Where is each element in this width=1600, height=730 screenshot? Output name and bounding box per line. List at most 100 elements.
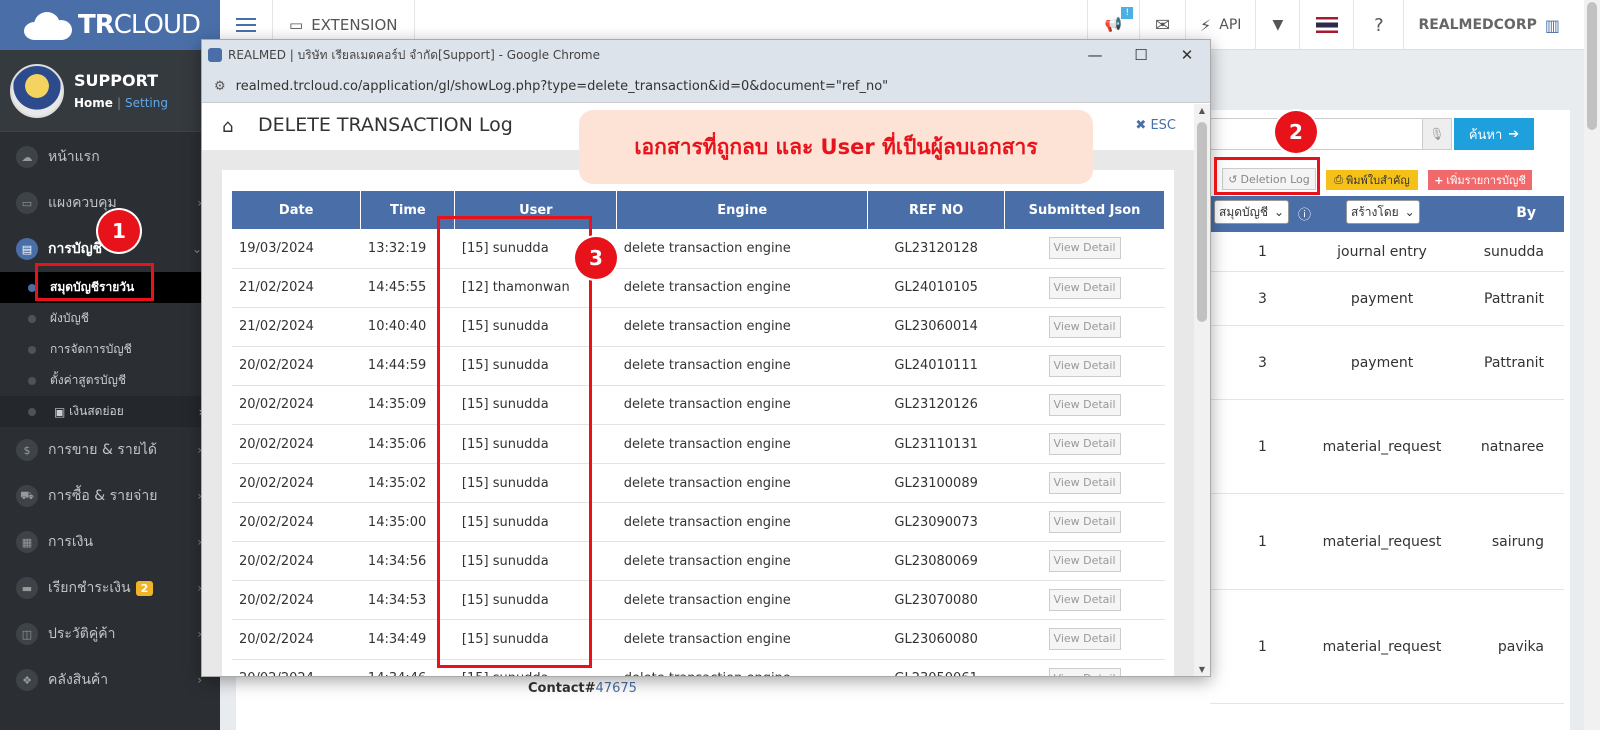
sidebar-sub-chart-of-accounts[interactable]: ผังบัญชี: [0, 303, 220, 334]
sidebar-item-home[interactable]: ☁ หน้าแรก: [0, 134, 220, 180]
add-label: เพิ่มรายการบัญชี: [1446, 174, 1526, 187]
log-engine: delete transaction engine: [616, 229, 868, 269]
log-row: 20/02/2024 14:34:53 [15] sunudda delete tra…: [232, 580, 1165, 621]
sidebar-sub-account-formula[interactable]: ตั้งค่าสูตรบัญชี: [0, 365, 220, 396]
sidebar-item-label: เรียกชำระเงิน: [48, 580, 131, 596]
add-entry-button[interactable]: + เพิ่มรายการบัญชี: [1428, 170, 1532, 190]
voice-search-button[interactable]: 🎙: [1422, 118, 1452, 150]
annotation-box-journal: [35, 263, 154, 301]
view-detail-button[interactable]: View Detail: [1048, 511, 1121, 534]
log-engine: delete transaction engine: [616, 502, 868, 543]
view-detail-button[interactable]: View Detail: [1048, 589, 1121, 612]
log-json-cell: View Detail: [1004, 463, 1165, 504]
sidebar-item-finance[interactable]: ▦ การเงิน ›: [0, 519, 220, 565]
sidebar-item-inventory[interactable]: ❖ คลังสินค้า ›: [0, 657, 220, 703]
contact-info: Contact#47675: [528, 681, 637, 696]
log-ref-no: GL23100089: [867, 463, 1005, 504]
log-date: 19/03/2024: [232, 229, 361, 269]
avatar[interactable]: [10, 63, 64, 118]
print-voucher-button[interactable]: ⎙ พิมพ์ใบสำคัญ: [1326, 170, 1418, 190]
table-row[interactable]: 3 payment Pattranit: [1210, 272, 1564, 326]
log-json-cell: View Detail: [1004, 307, 1165, 347]
popup-scrollbar[interactable]: ▲ ▼: [1194, 104, 1210, 676]
api-label: API: [1219, 17, 1242, 33]
cloud-icon: ☁: [16, 146, 38, 168]
print-label: พิมพ์ใบสำคัญ: [1346, 174, 1410, 187]
row-count: 1: [1258, 243, 1267, 260]
home-icon[interactable]: ⌂: [222, 116, 233, 137]
brand-logo[interactable]: TRCLOUD: [0, 0, 220, 50]
view-detail-button[interactable]: View Detail: [1048, 433, 1121, 456]
megaphone-icon: 📢: [1104, 17, 1123, 33]
table-row[interactable]: 1 journal entry sunudda: [1210, 232, 1564, 272]
table-row[interactable]: 3 payment Pattranit: [1210, 326, 1564, 400]
bullet-icon: [28, 345, 36, 354]
sidebar-item-sales[interactable]: $ การขาย & รายได้ ›: [0, 427, 220, 473]
column-header-date: Date: [232, 191, 362, 229]
row-type: journal entry: [1337, 243, 1427, 260]
log-date: 20/02/2024: [232, 502, 361, 543]
view-detail-button[interactable]: View Detail: [1048, 550, 1121, 573]
setting-link[interactable]: Setting: [125, 96, 168, 110]
sidebar-item-purchases[interactable]: ⛟ การซื้อ & รายจ่าย ›: [0, 473, 220, 519]
company-button[interactable]: REALMEDCORP ▥: [1403, 0, 1600, 50]
row-count: 3: [1258, 290, 1267, 307]
scroll-up-icon[interactable]: ▲: [1194, 106, 1210, 115]
scroll-down-icon[interactable]: ▼: [1194, 665, 1210, 674]
info-icon[interactable]: ⓘ: [1298, 204, 1311, 223]
url-text: realmed.trcloud.co/application/gl/showLo…: [235, 78, 889, 94]
close-button[interactable]: ✕: [1164, 40, 1210, 70]
view-detail-button[interactable]: View Detail: [1048, 276, 1121, 299]
column-header-ref-no: REF NO: [867, 191, 1006, 229]
page-scrollbar[interactable]: [1584, 0, 1600, 730]
search-input[interactable]: [1210, 118, 1432, 150]
log-engine: delete transaction engine: [616, 307, 868, 347]
table-row[interactable]: 1 material_request natnaree: [1210, 400, 1564, 494]
building-icon: ▥: [1544, 15, 1560, 35]
id-card-icon: ▣: [54, 404, 66, 419]
site-settings-icon[interactable]: ⚙: [214, 79, 226, 94]
view-detail-button[interactable]: View Detail: [1048, 667, 1121, 676]
log-row: 20/02/2024 14:34:49 [15] sunudda delete tra…: [232, 619, 1165, 660]
creator-filter-select[interactable]: สร้างโดย ⌄: [1346, 200, 1420, 224]
contact-label: Contact#: [528, 681, 596, 696]
printer-icon: ⎙: [1334, 173, 1344, 186]
esc-label: ESC: [1150, 118, 1176, 133]
log-ref-no: GL24010105: [867, 268, 1005, 308]
maximize-button[interactable]: ☐: [1118, 40, 1164, 70]
esc-button[interactable]: ✖ ESC: [1135, 118, 1176, 133]
annotation-box-deletion-log: [1214, 157, 1320, 195]
help-button[interactable]: ?: [1353, 0, 1403, 50]
sidebar-sub-petty-cash[interactable]: ▣ เงินสดย่อย »: [0, 396, 220, 427]
popup-titlebar[interactable]: REALMED | บริษัท เรียลเมดคอร์ป จำกัด[Sup…: [202, 40, 1210, 70]
sidebar-item-partner-history[interactable]: ◫ ประวัติคู่ค้า ›: [0, 611, 220, 657]
view-detail-button[interactable]: View Detail: [1048, 354, 1121, 377]
row-type: material_request: [1322, 638, 1442, 655]
sidebar-item-billing[interactable]: ▬ เรียกชำระเงิน 2 ›: [0, 565, 220, 611]
log-json-cell: View Detail: [1004, 385, 1165, 425]
sidebar-sub-account-management[interactable]: การจัดการบัญชี: [0, 334, 220, 365]
language-button[interactable]: [1299, 0, 1353, 50]
row-by: sairung: [1491, 533, 1544, 550]
book-filter-select[interactable]: สมุดบัญชี ⌄: [1214, 200, 1290, 224]
minimize-button[interactable]: —: [1072, 40, 1118, 70]
log-date: 20/02/2024: [232, 580, 361, 621]
view-detail-button[interactable]: View Detail: [1048, 237, 1121, 260]
table-row[interactable]: 1 material_request sairung: [1210, 494, 1564, 590]
log-ref-no: GL23120126: [867, 385, 1005, 425]
book-filter-value: สมุดบัญชี: [1219, 204, 1269, 219]
dropdown-button[interactable]: ▼: [1255, 0, 1299, 50]
question-circle-icon: ?: [1374, 14, 1384, 36]
view-detail-button[interactable]: View Detail: [1048, 393, 1121, 416]
row-count: 1: [1258, 533, 1267, 550]
view-detail-button[interactable]: View Detail: [1048, 472, 1121, 495]
view-detail-button[interactable]: View Detail: [1048, 628, 1121, 651]
contact-number[interactable]: 47675: [596, 681, 637, 696]
dollar-icon: $: [16, 439, 38, 461]
home-link[interactable]: Home: [74, 96, 113, 110]
row-type: payment: [1350, 290, 1414, 307]
search-button[interactable]: ค้นหา ➔: [1454, 118, 1534, 150]
table-row[interactable]: 1 material_request pavika: [1210, 590, 1564, 704]
address-bar[interactable]: ⚙ realmed.trcloud.co/application/gl/show…: [202, 70, 1210, 103]
view-detail-button[interactable]: View Detail: [1048, 315, 1121, 338]
